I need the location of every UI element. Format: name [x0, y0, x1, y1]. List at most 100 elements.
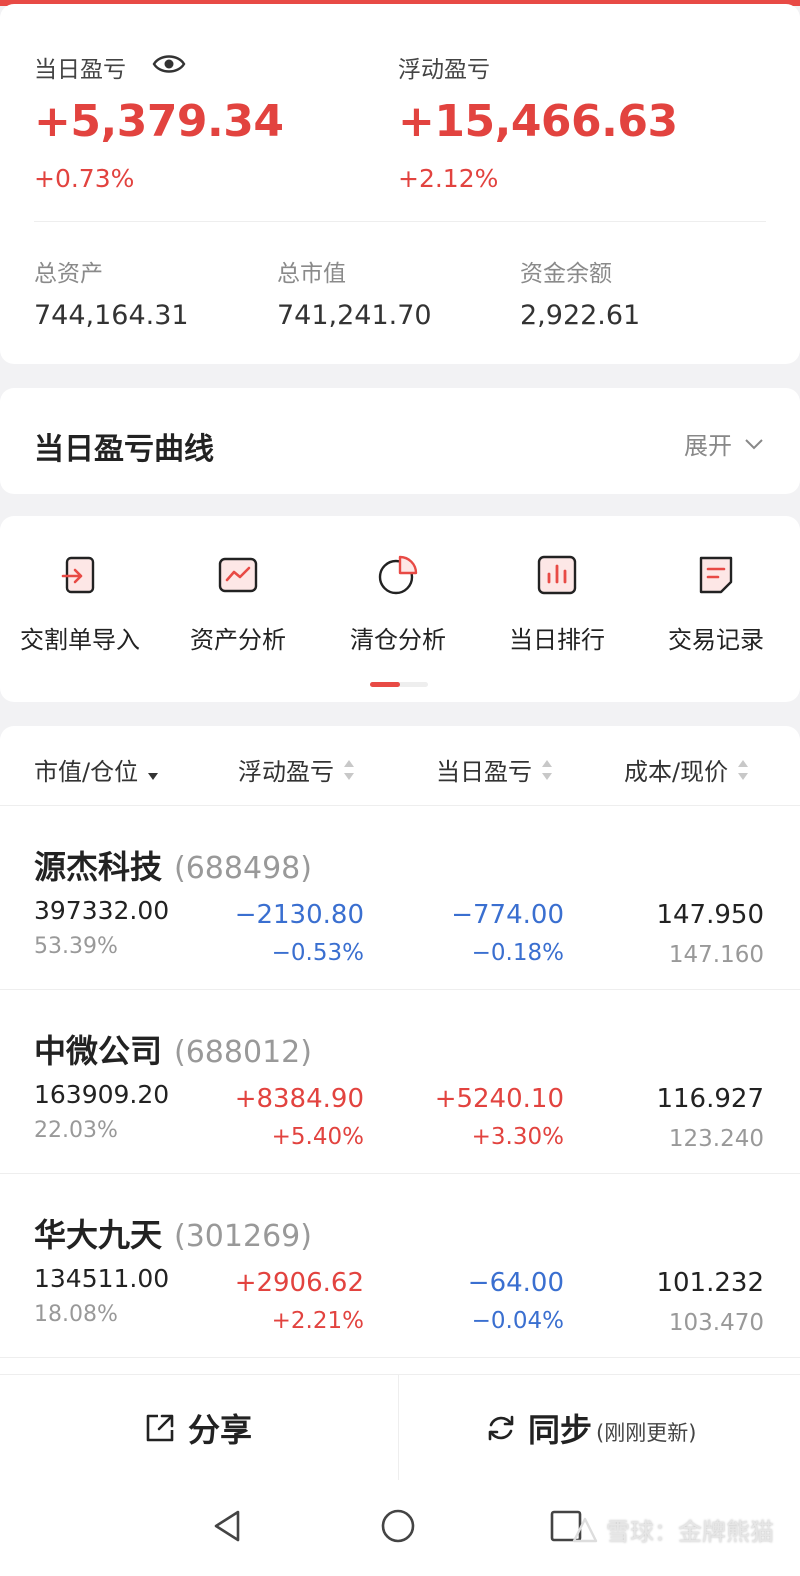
sort-daily-pl[interactable]: 当日盈亏 [436, 752, 552, 787]
table-row[interactable]: 源杰科技 (688498) 397332.00 53.39% −2130.80 −… [0, 806, 800, 990]
expand-label: 展开 [684, 432, 732, 460]
table-header: 市值/仓位 浮动盈亏 当日盈亏 成本/现价 [0, 726, 800, 806]
current-price: 147.160 [668, 942, 764, 968]
back-icon[interactable] [208, 1506, 248, 1546]
table-row[interactable]: 华大九天 (301269) 134511.00 18.08% +2906.62 +… [0, 1174, 800, 1358]
column-header: 市值/仓位 [34, 758, 139, 786]
import-icon [61, 556, 95, 594]
cost-price: 116.927 [656, 1084, 764, 1114]
sort-market-value[interactable]: 市值/仓位 [34, 752, 159, 787]
table-row[interactable]: 中微公司 (688012) 163909.20 22.03% +8384.90 +… [0, 990, 800, 1174]
divider [398, 1375, 399, 1481]
stock-name-text: 中微公司 [34, 1032, 163, 1070]
watermark-text: 雪球：金牌熊猫 [606, 1518, 774, 1546]
share-button[interactable]: 分享 [144, 1405, 252, 1451]
curve-title: 当日盈亏曲线 [34, 432, 214, 467]
tool-label: 清仓分析 [350, 626, 446, 654]
sync-button[interactable]: 同步 (刚刚更新) [486, 1405, 696, 1451]
market-value-value: 741,241.70 [277, 300, 432, 331]
float-pl: +8384.90 [234, 1084, 364, 1114]
daily-pl-percent: +0.73% [34, 164, 135, 193]
tool-label: 交割单导入 [20, 626, 140, 654]
expand-button[interactable]: 展开 [684, 426, 764, 461]
daily-pl-percent: −0.18% [471, 940, 564, 966]
stock-code: (301269) [174, 1219, 312, 1254]
share-label: 分享 [188, 1411, 253, 1449]
sync-label: 同步 [528, 1411, 593, 1449]
cost-price: 147.950 [656, 900, 764, 930]
position-ratio: 22.03% [34, 1118, 118, 1143]
refresh-icon [488, 1415, 514, 1441]
daily-pl: −64.00 [467, 1268, 564, 1298]
chevron-down-icon [745, 438, 763, 449]
cash-balance-value: 2,922.61 [520, 300, 641, 331]
column-header: 当日盈亏 [436, 758, 532, 786]
sort-icon [344, 759, 354, 781]
stock-code: (688498) [174, 851, 312, 886]
float-pl-percent: −0.53% [271, 940, 364, 966]
daily-pl-percent: +3.30% [471, 1124, 564, 1150]
bottom-action-bar: 分享 同步 (刚刚更新) [0, 1374, 800, 1481]
sync-status: (刚刚更新) [596, 1421, 697, 1445]
daily-pl: +5240.10 [434, 1084, 564, 1114]
stock-name-text: 华大九天 [34, 1216, 163, 1254]
tool-trade-records[interactable]: 交易记录 [636, 552, 796, 655]
share-icon [146, 1414, 174, 1442]
system-nav-bar: 雪球：金牌熊猫 [0, 1480, 800, 1576]
stock-name: 源杰科技 (688498) [34, 842, 312, 888]
cost-price: 101.232 [656, 1268, 764, 1298]
watermark: 雪球：金牌熊猫 [570, 1512, 774, 1547]
pie-chart-icon [378, 555, 418, 595]
tool-label: 交易记录 [668, 626, 764, 654]
divider [34, 221, 766, 222]
total-assets-value: 744,164.31 [34, 300, 189, 331]
home-icon[interactable] [378, 1506, 418, 1546]
market-value: 163909.20 [34, 1080, 170, 1109]
float-pl-percent: +2.12% [398, 164, 499, 193]
page-indicator [370, 682, 428, 687]
position-ratio: 18.08% [34, 1302, 118, 1327]
position-ratio: 53.39% [34, 934, 118, 959]
tool-import-statement[interactable]: 交割单导入 [0, 552, 160, 655]
tool-liquidation-analysis[interactable]: 清仓分析 [318, 552, 478, 655]
stock-code: (688012) [174, 1035, 312, 1070]
float-pl-label: 浮动盈亏 [398, 57, 490, 83]
sort-float-pl[interactable]: 浮动盈亏 [238, 752, 354, 787]
sort-icon [542, 759, 552, 781]
sort-desc-icon [148, 759, 159, 781]
total-assets-label: 总资产 [34, 261, 103, 287]
daily-pl: −774.00 [451, 900, 564, 930]
float-pl: −2130.80 [234, 900, 364, 930]
eye-icon[interactable] [152, 52, 186, 76]
tool-label: 当日排行 [509, 626, 605, 654]
float-pl-percent: +2.21% [271, 1308, 364, 1334]
document-icon [699, 556, 733, 594]
bar-chart-icon [537, 555, 577, 595]
float-pl-percent: +5.40% [271, 1124, 364, 1150]
tool-label: 资产分析 [190, 626, 286, 654]
stock-name-text: 源杰科技 [34, 848, 163, 886]
daily-pl-label: 当日盈亏 [34, 57, 126, 83]
tool-asset-analysis[interactable]: 资产分析 [158, 552, 318, 655]
stock-name: 中微公司 (688012) [34, 1026, 312, 1072]
trend-chart-icon [218, 557, 258, 593]
tools-card: 交割单导入 资产分析 清仓分析 当日排行 交易记录 [0, 516, 800, 702]
cash-balance-label: 资金余额 [520, 261, 612, 287]
sort-icon [738, 759, 749, 781]
snowball-logo-icon [572, 1517, 598, 1542]
daily-pl-curve-card[interactable]: 当日盈亏曲线 展开 [0, 388, 800, 494]
float-pl: +2906.62 [234, 1268, 364, 1298]
market-value-label: 总市值 [277, 261, 346, 287]
daily-pl-percent: −0.04% [471, 1308, 564, 1334]
float-pl-value: +15,466.63 [398, 96, 678, 147]
column-header: 成本/现价 [624, 758, 729, 786]
market-value: 134511.00 [34, 1264, 170, 1293]
market-value: 397332.00 [34, 896, 170, 925]
column-header: 浮动盈亏 [238, 758, 334, 786]
daily-pl-value: +5,379.34 [34, 96, 284, 147]
stock-name: 华大九天 (301269) [34, 1210, 312, 1256]
sort-cost-price[interactable]: 成本/现价 [624, 752, 749, 787]
tool-daily-ranking[interactable]: 当日排行 [477, 552, 637, 655]
account-summary-card: 当日盈亏 +5,379.34 +0.73% 浮动盈亏 +15,466.63 +2… [0, 4, 800, 364]
current-price: 103.470 [668, 1310, 764, 1336]
